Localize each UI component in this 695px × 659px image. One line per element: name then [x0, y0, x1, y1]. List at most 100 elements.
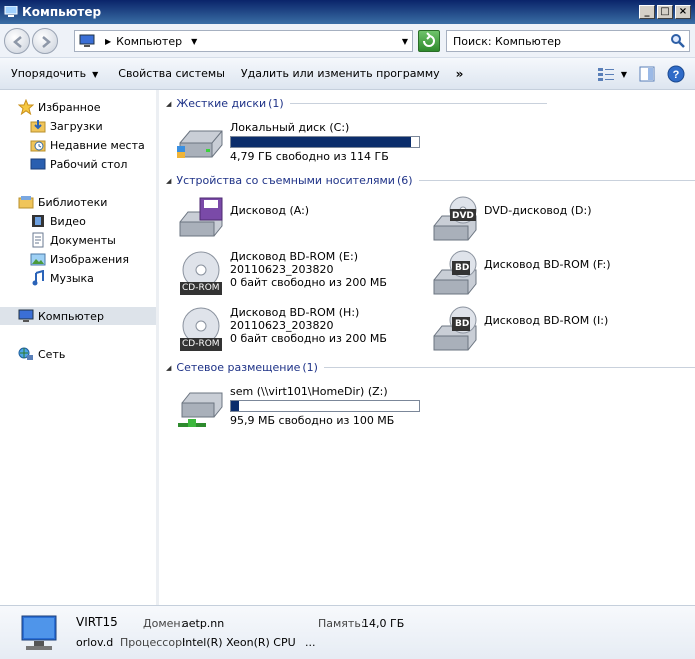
drive-name: Дисковод BD-ROM (I:): [484, 314, 609, 327]
breadcrumb-separator-icon[interactable]: ▶: [105, 37, 111, 46]
nav-pictures-label: Изображения: [50, 252, 129, 266]
drive-name: Дисковод (A:): [230, 204, 310, 217]
volume-label: 20110623_203820: [230, 263, 334, 276]
nav-pictures[interactable]: Изображения: [30, 250, 129, 268]
collapse-icon: ◢: [166, 363, 172, 372]
group-header-removable[interactable]: ◢ Устройства со съемными носителями (6): [166, 174, 695, 187]
nav-network[interactable]: Сеть: [18, 345, 65, 363]
maximize-button[interactable]: □: [657, 5, 673, 19]
breadcrumb-computer[interactable]: Компьютер: [116, 35, 182, 48]
music-icon: [32, 270, 44, 286]
usage-bar: [230, 400, 420, 412]
nav-downloads-label: Загрузки: [50, 119, 103, 133]
title-bar[interactable]: Компьютер _ □ ×: [0, 0, 695, 24]
window-title: Компьютер: [22, 5, 102, 19]
organize-label: Упорядочить: [11, 67, 87, 80]
downloads-folder-icon: [30, 120, 46, 133]
nav-music[interactable]: Музыка: [30, 269, 94, 287]
search-input[interactable]: Поиск: Компьютер: [446, 30, 690, 52]
nav-computer-label: Компьютер: [38, 309, 104, 323]
documents-icon: [32, 232, 44, 248]
recent-places-icon: [30, 140, 46, 152]
bd-drive-icon: [433, 306, 477, 351]
drive-item-z[interactable]: sem (\\virt101\HomeDir) (Z:) 95,9 МБ сво…: [176, 385, 420, 431]
nav-computer[interactable]: Компьютер: [0, 307, 156, 325]
drive-name: Дисковод BD-ROM (F:): [484, 258, 611, 271]
domain-label: Домен:: [143, 617, 185, 630]
group-header-network[interactable]: ◢ Сетевое размещение (1): [166, 361, 695, 374]
group-header-hard-disks[interactable]: ◢ Жесткие диски (1): [166, 97, 547, 110]
more-commands-button[interactable]: »: [448, 67, 472, 81]
forward-button[interactable]: [32, 28, 58, 54]
preview-pane-icon[interactable]: [639, 66, 655, 82]
nav-recent-label: Недавние места: [50, 138, 145, 152]
nav-favorites[interactable]: Избранное: [18, 98, 100, 116]
nav-music-label: Музыка: [50, 271, 94, 285]
nav-desktop[interactable]: Рабочий стол: [30, 155, 127, 173]
nav-documents[interactable]: Документы: [30, 231, 116, 249]
system-properties-button[interactable]: Свойства системы: [110, 67, 233, 80]
svg-text:?: ?: [673, 69, 680, 81]
bd-badge: BD: [455, 319, 470, 329]
nav-network-label: Сеть: [38, 347, 66, 361]
help-icon[interactable]: ?: [667, 65, 685, 83]
view-dropdown-icon[interactable]: ▼: [621, 70, 627, 79]
uninstall-program-button[interactable]: Удалить или изменить программу: [233, 67, 448, 80]
back-button[interactable]: [4, 28, 30, 54]
group-divider: [289, 103, 547, 104]
change-view-icon[interactable]: [597, 66, 615, 82]
group-label: Устройства со съемными носителями: [176, 174, 395, 187]
refresh-button[interactable]: [418, 30, 440, 52]
domain-value: aetp.nn: [182, 617, 225, 630]
drive-item-i[interactable]: BD Дисковод BD-ROM (I:): [430, 306, 608, 352]
address-row: ▶ Компьютер ▼ ▼ Поиск: Компьютер: [0, 24, 695, 58]
drive-item-h[interactable]: CD-ROM Дисковод BD-ROM (H:) 20110623_203…: [176, 306, 387, 352]
nav-recent-places[interactable]: Недавние места: [30, 136, 145, 154]
command-bar: Упорядочить ▼ Свойства системы Удалить ил…: [0, 58, 695, 90]
nav-video[interactable]: Видео: [30, 212, 86, 230]
volume-label: 20110623_203820: [230, 319, 334, 332]
close-button[interactable]: ×: [675, 5, 691, 19]
search-icon[interactable]: [670, 33, 686, 49]
drive-name: Дисковод BD-ROM (E:): [230, 250, 358, 263]
usage-bar: [230, 136, 420, 148]
nav-favorites-label: Избранное: [38, 100, 101, 114]
pictures-icon: [30, 253, 46, 266]
drive-item-a[interactable]: Дисковод (A:): [176, 196, 309, 242]
nav-desktop-label: Рабочий стол: [50, 157, 128, 171]
refresh-icon: [423, 32, 435, 47]
bd-badge: BD: [455, 263, 470, 273]
nav-libraries[interactable]: Библиотеки: [18, 193, 107, 211]
forward-arrow-icon: [42, 36, 51, 48]
computer-name: VIRT15: [76, 615, 118, 629]
minimize-button[interactable]: _: [639, 5, 655, 19]
video-icon: [32, 215, 44, 227]
network-drive-icon: [178, 392, 223, 427]
drive-item-f[interactable]: BD Дисковод BD-ROM (F:): [430, 250, 611, 296]
nav-libraries-label: Библиотеки: [38, 195, 108, 209]
drive-item-c[interactable]: Локальный диск (C:) 4,79 ГБ свободно из …: [176, 121, 420, 167]
drive-free-space: 0 байт свободно из 200 МБ: [230, 332, 387, 345]
cpu-value: Intel(R) Xeon(R) CPU: [182, 636, 296, 649]
drive-name: Локальный диск (C:): [230, 121, 350, 134]
floppy-drive-icon: [179, 197, 223, 237]
drive-name: Дисковод BD-ROM (H:): [230, 306, 360, 319]
drive-free-space: 0 байт свободно из 200 МБ: [230, 276, 387, 289]
drive-item-e[interactable]: CD-ROM Дисковод BD-ROM (E:) 20110623_203…: [176, 250, 387, 296]
drive-item-d[interactable]: DVD DVD-дисковод (D:): [430, 196, 592, 242]
content-area: ◢ Жесткие диски (1) Локальный диск (C:) …: [160, 90, 695, 605]
nav-downloads[interactable]: Загрузки: [30, 117, 103, 135]
address-history-dropdown-icon[interactable]: ▼: [402, 37, 408, 46]
breadcrumb-dropdown-icon[interactable]: ▼: [191, 37, 197, 46]
pane-splitter[interactable]: [156, 90, 159, 605]
group-divider: [418, 180, 695, 181]
address-bar[interactable]: ▶ Компьютер ▼ ▼: [74, 30, 413, 52]
drive-name: sem (\\virt101\HomeDir) (Z:): [230, 385, 388, 398]
organize-button[interactable]: Упорядочить ▼: [0, 67, 106, 80]
chevron-down-icon: ▼: [92, 70, 99, 79]
bd-drive-icon: [433, 250, 477, 295]
cdrom-badge: CD-ROM: [182, 339, 220, 349]
memory-value: 14,0 ГБ: [362, 617, 405, 630]
dvd-badge: DVD: [452, 211, 474, 221]
desktop-icon: [30, 158, 46, 170]
